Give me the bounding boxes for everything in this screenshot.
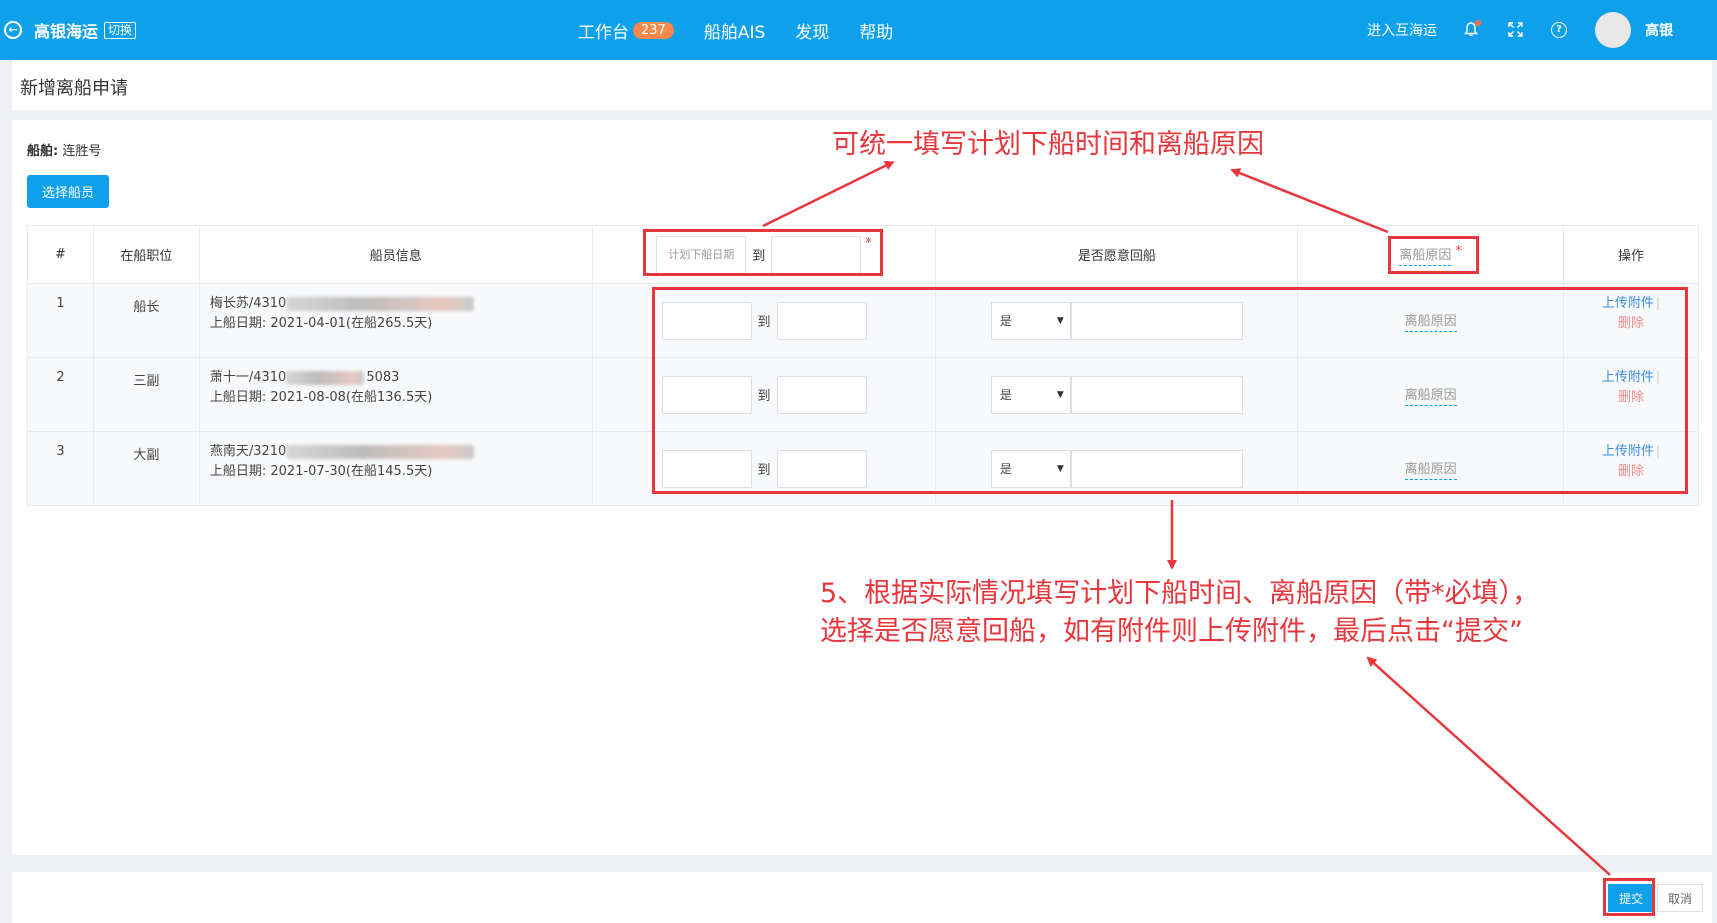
row-crew-info: 萧十一/4310 5083 上船日期: 2021-08-08(在船136.5天) [198,357,593,432]
row-index: 3 [27,431,94,506]
board-label: 上船日期: [209,390,267,405]
redacted-id [286,370,365,385]
col-position: 在船职位 [92,225,200,284]
highlight-batch-reason [1388,236,1479,274]
annotation-top: 可统一填写计划下船时间和离船原因 [832,129,1264,160]
row-crew-info: 梅长苏/4310 上船日期: 2021-04-01(在船265.5天) [198,283,593,358]
col-ops: 操作 [1563,225,1699,284]
nav-item-ais[interactable]: 船舶AIS [704,18,765,43]
form-footer: 提交 取消 [12,872,1712,923]
row-index: 1 [27,283,94,358]
row-index: 2 [27,357,94,432]
back-circle-icon[interactable]: ← [4,21,22,39]
page-title: 新增离船申请 [20,78,128,99]
redacted-id [286,444,475,459]
ship-label: 船舶: [27,144,59,159]
col-willing: 是否愿意回船 [935,225,1299,284]
row-crew-info: 燕南天/3210 上船日期: 2021-07-30(在船145.5天) [198,431,593,506]
avatar[interactable] [1595,12,1631,48]
switch-company-button[interactable]: 切换 [104,21,137,39]
board-label: 上船日期: [209,316,267,331]
highlight-submit [1603,878,1655,916]
board-label: 上船日期: [209,464,267,479]
main-nav: 工作台 237 船舶AIS 发现 帮助 [578,0,923,60]
help-icon[interactable]: ? [1551,22,1567,38]
annotation-bottom-line1: 5、根据实际情况填写计划下船时间、离船原因（带*必填）， [820,578,1540,609]
notification-dot [1475,20,1481,26]
ship-info: 船舶: 连胜号 [27,140,101,159]
bell-icon[interactable] [1463,20,1481,38]
annotation-bottom-line2: 选择是否愿意回船，如有附件则上传附件，最后点击“提交” [820,616,1523,647]
enter-huhaiyun-link[interactable]: 进入互海运 [1367,20,1437,40]
topbar-right: 进入互海运 ? 高银 [1367,0,1717,60]
crew-name-id: 梅长苏/4310 [209,296,287,311]
fullscreen-icon[interactable] [1507,22,1523,38]
ship-name: 连胜号 [62,144,102,159]
board-date: 2021-08-08(在船136.5天) [270,390,433,405]
board-date: 2021-04-01(在船265.5天) [270,316,433,331]
page-header: 新增离船申请 [12,60,1712,110]
crew-name-id: 萧十一/4310 [209,370,287,385]
top-navbar: ← 高银海运 切换 工作台 237 船舶AIS 发现 帮助 进入互海运 ? 高银 [0,0,1717,60]
nav-item-workbench[interactable]: 工作台 237 [578,18,674,43]
nav-item-discover[interactable]: 发现 [795,18,829,43]
crew-id-tail: 5083 [366,370,400,385]
crew-name-id: 燕南天/3210 [209,444,287,459]
row-position: 大副 [92,431,200,506]
nav-item-help[interactable]: 帮助 [859,18,893,43]
brand-name: 高银海运 [34,22,99,41]
row-position: 船长 [92,283,200,358]
row-position: 三副 [92,357,200,432]
board-date: 2021-07-30(在船145.5天) [270,464,433,479]
highlight-row-inputs [652,287,1688,494]
highlight-batch-date [643,229,883,276]
select-crew-button[interactable]: 选择船员 [27,175,109,208]
col-index: # [27,225,94,284]
workbench-count-badge: 237 [633,21,674,39]
col-crew-info: 船员信息 [198,225,593,284]
user-name[interactable]: 高银 [1645,20,1673,40]
brand-area: ← 高银海运 切换 [0,0,137,60]
cancel-button[interactable]: 取消 [1657,884,1703,912]
redacted-id [286,296,475,311]
